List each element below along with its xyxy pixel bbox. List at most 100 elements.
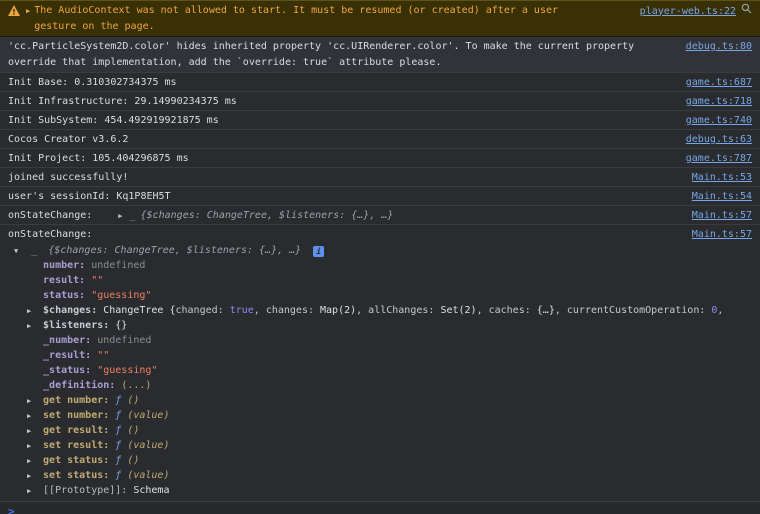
collapse-arrow-icon[interactable]: ▼	[14, 243, 18, 259]
console-message-init-subsystem: Init SubSystem: 454.492919921875 ms game…	[0, 111, 760, 130]
property-row-_definition: _definition: (...)	[0, 378, 760, 393]
property-key: $changes:	[43, 305, 104, 316]
expand-arrow-icon[interactable]: ▶	[26, 3, 30, 19]
property-row-get-status: ▶ get status: ƒ ()	[0, 453, 760, 468]
preview-key: , caches:	[476, 305, 537, 316]
devtools-console: ▶ The AudioContext was not allowed to st…	[0, 0, 760, 514]
property-row-status: status: "guessing"	[0, 288, 760, 303]
log-text: joined successfully!	[8, 172, 129, 183]
source-link[interactable]: debug.ts:63	[686, 132, 752, 148]
warning-text-line1: 'cc.ParticleSystem2D.color' hides inheri…	[8, 41, 635, 52]
expand-arrow-icon[interactable]: ▶	[27, 304, 37, 318]
preview-value: Set(2)	[440, 305, 477, 316]
property-row-_status: _status: "guessing"	[0, 363, 760, 378]
preview-key: , allChanges:	[356, 305, 441, 316]
property-key: set result:	[43, 440, 116, 451]
source-link[interactable]: debug.ts:80	[686, 39, 752, 55]
console-input[interactable]	[21, 505, 752, 514]
property-row-get-result: ▶ get result: ƒ ()	[0, 423, 760, 438]
console-message-init-infrastructure: Init Infrastructure: 29.14990234375 ms g…	[0, 92, 760, 111]
property-value: "guessing"	[91, 290, 152, 301]
property-value: {}	[115, 320, 128, 331]
property-row-get-number: ▶ get number: ƒ ()	[0, 393, 760, 408]
property-key: $listeners:	[43, 320, 116, 331]
object-class-name: _	[129, 210, 136, 221]
property-key: _definition:	[43, 380, 122, 391]
console-message-joined: joined successfully! Main.ts:53	[0, 168, 760, 187]
search-icon[interactable]	[741, 3, 752, 20]
log-text: onStateChange:	[8, 210, 93, 221]
prompt-chevron-icon: >	[8, 505, 15, 514]
function-args: ()	[127, 425, 140, 436]
expand-arrow-icon[interactable]: ▶	[27, 439, 37, 453]
property-key: _status:	[43, 365, 98, 376]
property-row-listeners: ▶ $listeners: {}	[0, 318, 760, 333]
console-prompt[interactable]: >	[0, 502, 760, 514]
function-glyph: ƒ	[115, 470, 128, 481]
source-link[interactable]: Main.ts:53	[692, 170, 752, 186]
log-text: Init Project: 105.404296875 ms	[8, 153, 189, 164]
function-glyph: ƒ	[115, 425, 128, 436]
function-args: ()	[127, 395, 140, 406]
log-text: Cocos Creator v3.6.2	[8, 134, 129, 145]
expand-arrow-icon[interactable]: ▶	[27, 454, 37, 468]
warning-text-line2: gesture on the page.	[34, 21, 155, 32]
console-message-cocos-version: Cocos Creator v3.6.2 debug.ts:63	[0, 130, 760, 149]
function-glyph: ƒ	[115, 395, 128, 406]
source-link[interactable]: Main.ts:57	[692, 208, 752, 224]
preview-value: Map(2)	[320, 305, 357, 316]
expand-arrow-icon[interactable]: ▶	[27, 319, 37, 333]
console-message-init-base: Init Base: 0.310302734375 ms game.ts:687	[0, 73, 760, 92]
object-property-tree: number: undefined result: "" status: "gu…	[0, 258, 760, 499]
object-preview: {$changes: ChangeTree, $listeners: {…}, …	[140, 210, 394, 221]
source-link[interactable]: Main.ts:54	[692, 189, 752, 205]
console-message-onstatechange-expanded: onStateChange: Main.ts:57 ▼ _ {$changes:…	[0, 225, 760, 502]
info-icon[interactable]: i	[313, 246, 325, 257]
property-key: [[Prototype]]:	[43, 485, 134, 496]
expand-arrow-icon[interactable]: ▶	[27, 394, 37, 408]
console-message-init-project: Init Project: 105.404296875 ms game.ts:7…	[0, 149, 760, 168]
property-row-set-number: ▶ set number: ƒ (value)	[0, 408, 760, 423]
warning-message: The AudioContext was not allowed to star…	[34, 3, 558, 35]
expand-arrow-icon[interactable]: ▶	[27, 469, 37, 483]
source-link[interactable]: game.ts:718	[686, 94, 752, 110]
property-value: undefined	[97, 335, 152, 346]
console-message-session-id: user's sessionId: Kq1P8EH5T Main.ts:54	[0, 187, 760, 206]
log-text: user's sessionId: Kq1P8EH5T	[8, 191, 171, 202]
property-value: Schema	[133, 485, 170, 496]
function-glyph: ƒ	[115, 455, 128, 466]
object-root: ▼ _ {$changes: ChangeTree, $listeners: {…	[0, 243, 760, 258]
function-args: (value)	[127, 410, 170, 421]
property-key: _result:	[43, 350, 98, 361]
log-text: Init Infrastructure: 29.14990234375 ms	[8, 96, 237, 107]
property-value: ""	[97, 350, 110, 361]
preview-punctuation: ,	[717, 305, 724, 316]
preview-value: {…}	[536, 305, 555, 316]
function-args: (value)	[127, 440, 170, 451]
console-message-warning-particlesystem: 'cc.ParticleSystem2D.color' hides inheri…	[0, 37, 760, 73]
lazy-getter-ellipsis[interactable]: (...)	[121, 380, 151, 391]
property-row-set-status: ▶ set status: ƒ (value)	[0, 468, 760, 483]
source-link[interactable]: game.ts:787	[686, 151, 752, 167]
warning-message: 'cc.ParticleSystem2D.color' hides inheri…	[8, 39, 634, 71]
preview-key: changed:	[175, 305, 230, 316]
source-link[interactable]: player-web.ts:22	[640, 4, 736, 20]
expand-arrow-icon[interactable]: ▶	[27, 409, 37, 423]
function-glyph: ƒ	[115, 440, 128, 451]
warning-text-line2: override that implementation, add the `o…	[8, 57, 442, 68]
warning-text-line1: The AudioContext was not allowed to star…	[34, 5, 559, 16]
source-link[interactable]: Main.ts:57	[692, 227, 752, 243]
source-link[interactable]: game.ts:687	[686, 75, 752, 91]
warning-triangle-icon	[8, 5, 20, 22]
function-args: ()	[127, 455, 140, 466]
expand-arrow-icon[interactable]: ▶	[27, 424, 37, 438]
property-key: result:	[43, 275, 92, 286]
preview-class: ChangeTree {	[103, 305, 176, 316]
source-link[interactable]: game.ts:740	[686, 113, 752, 129]
property-key: number:	[43, 260, 92, 271]
expand-arrow-icon[interactable]: ▶	[118, 208, 122, 224]
property-row-result: result: ""	[0, 273, 760, 288]
expand-arrow-icon[interactable]: ▶	[27, 484, 37, 498]
console-message-warning-audiocontext: ▶ The AudioContext was not allowed to st…	[0, 0, 760, 37]
object-preview: {$changes: ChangeTree, $listeners: {…}, …	[48, 245, 302, 256]
